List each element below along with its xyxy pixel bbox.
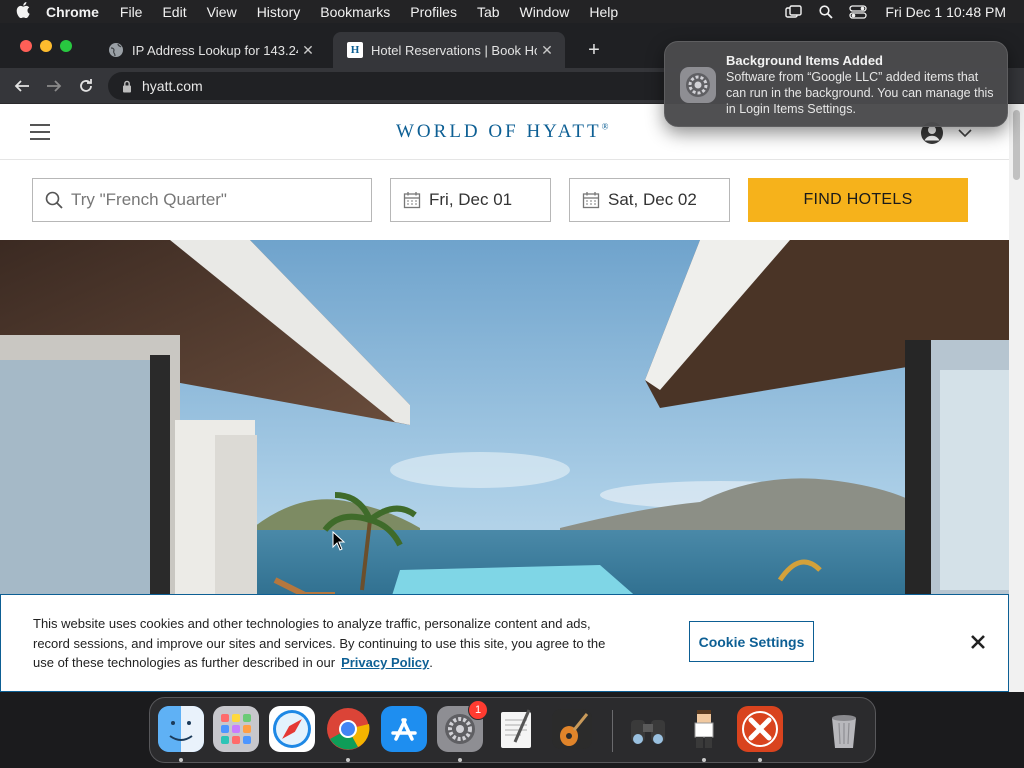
mouse-cursor-icon [332,531,346,551]
menu-file[interactable]: File [120,4,143,20]
menu-tab[interactable]: Tab [477,4,500,20]
binoculars-icon[interactable] [625,706,671,752]
menu-edit[interactable]: Edit [162,4,186,20]
url-text[interactable]: hyatt.com [142,78,203,94]
spotlight-search-icon[interactable] [817,4,835,19]
close-banner-icon[interactable] [969,633,987,651]
zoom-window-button[interactable] [60,40,72,52]
menu-view[interactable]: View [207,4,237,20]
safari-icon[interactable] [269,706,315,752]
menu-profiles[interactable]: Profiles [410,4,457,20]
notification-title: Background Items Added [726,53,883,68]
page-scrollbar[interactable] [1009,104,1024,692]
menu-bar: Chrome File Edit View History Bookmarks … [0,0,1024,23]
tab-ip-lookup[interactable]: IP Address Lookup for 143.244 ✕ [94,32,326,68]
garageband-icon[interactable] [549,706,595,752]
checkin-date-field[interactable]: Fri, Dec 01 [390,178,551,222]
launchpad-icon[interactable] [213,706,259,752]
minimize-window-button[interactable] [40,40,52,52]
chevron-down-icon[interactable] [958,128,972,138]
hyatt-favicon: H [347,42,363,58]
trash-icon[interactable] [821,706,867,752]
apple-menu-icon[interactable] [0,1,46,22]
window-controls [20,40,72,52]
checkout-date-field[interactable]: Sat, Dec 02 [569,178,730,222]
checkout-date-value: Sat, Dec 02 [608,190,697,209]
lock-icon[interactable] [122,80,132,93]
finder-icon[interactable] [158,706,204,752]
tab-title: Hotel Reservations | Book Hote [371,42,537,58]
menu-window[interactable]: Window [520,4,570,20]
close-tab-icon[interactable]: ✕ [537,42,557,59]
search-icon [45,191,63,209]
hyatt-logo[interactable]: WORLD OF HYATT® [396,121,611,143]
notification-badge: 1 [468,700,488,720]
close-window-button[interactable] [20,40,32,52]
notification-body: Software from “Google LLC” added items t… [726,70,994,116]
screen-mirroring-icon[interactable] [785,4,803,19]
calendar-icon [403,191,421,209]
hotel-search-bar: Try "French Quarter" Fri, Dec 01 Sat, De… [0,160,1009,240]
cookie-settings-button[interactable]: Cookie Settings [689,621,814,662]
system-settings-icon [679,66,717,104]
tab-hotel-reservations[interactable]: H Hotel Reservations | Book Hote ✕ [333,32,565,68]
new-tab-button[interactable]: + [584,39,604,62]
character-icon[interactable] [681,706,727,752]
find-hotels-button[interactable]: FIND HOTELS [748,178,968,222]
app-store-icon[interactable] [381,706,427,752]
chrome-icon[interactable] [325,706,371,752]
background-items-notification[interactable]: Background Items Added Software from “Go… [664,41,1008,127]
forward-button[interactable] [41,73,67,99]
dock: 1 [149,697,876,763]
menu-bookmarks[interactable]: Bookmarks [320,4,390,20]
menu-help[interactable]: Help [589,4,618,20]
calendar-icon [582,191,600,209]
control-center-icon[interactable] [849,4,868,19]
back-button[interactable] [9,73,35,99]
menu-bar-clock[interactable]: Fri Dec 1 10:48 PM [885,4,1006,20]
cookie-consent-banner: This website uses cookies and other tech… [0,594,1009,692]
app-menu-chrome[interactable]: Chrome [46,4,99,20]
destination-placeholder: Try "French Quarter" [71,190,227,209]
privacy-policy-link[interactable]: Privacy Policy [341,655,429,670]
textedit-icon[interactable] [493,706,539,752]
menu-history[interactable]: History [257,4,301,20]
reload-button[interactable] [73,73,99,99]
close-tab-icon[interactable]: ✕ [298,42,318,59]
remote-desktop-icon[interactable] [737,706,783,752]
web-page: WORLD OF HYATT® Try "French Quarter" Fri… [0,104,1009,692]
tab-title: IP Address Lookup for 143.244 [132,42,298,58]
hamburger-menu-icon[interactable] [30,124,50,140]
globe-icon [108,42,124,58]
dock-area: 1 [0,692,1024,768]
cookie-banner-text: This website uses cookies and other tech… [33,616,606,670]
checkin-date-value: Fri, Dec 01 [429,190,513,209]
destination-search-input[interactable]: Try "French Quarter" [32,178,372,222]
